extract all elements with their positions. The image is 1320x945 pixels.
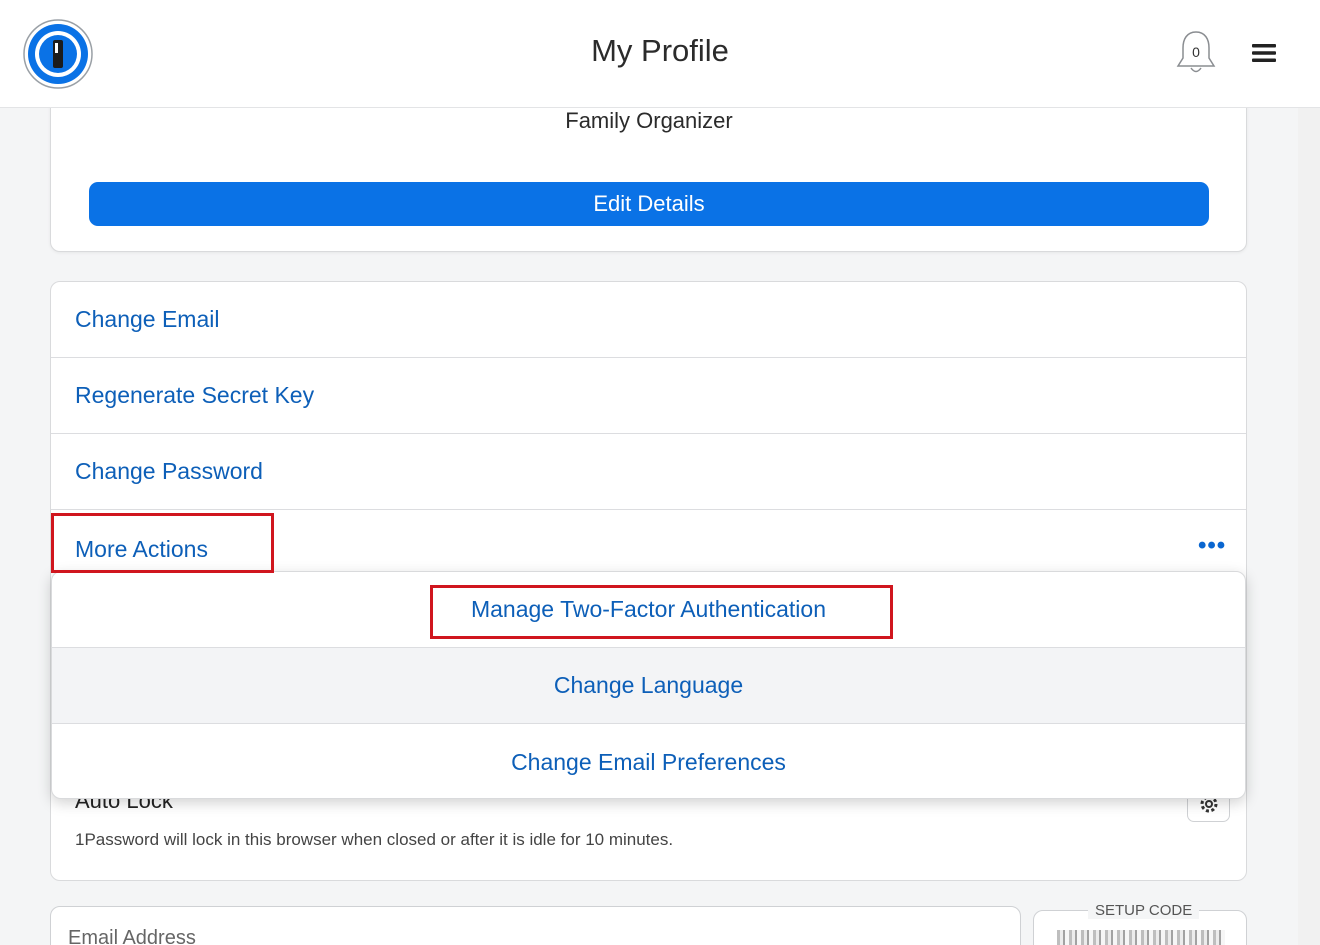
edit-details-button[interactable]: Edit Details [89, 182, 1209, 226]
hamburger-menu-icon[interactable] [1252, 42, 1276, 64]
top-bar: My Profile 0 [0, 0, 1320, 108]
notification-count: 0 [1192, 44, 1200, 60]
change-email-link[interactable]: Change Email [51, 282, 1246, 358]
change-password-link[interactable]: Change Password [51, 434, 1246, 510]
auto-lock-description: 1Password will lock in this browser when… [75, 830, 674, 849]
email-address-field[interactable]: Email Address [50, 906, 1021, 945]
page-title: My Profile [591, 33, 729, 68]
manage-two-factor-auth-item[interactable]: Manage Two-Factor Authentication [52, 572, 1245, 648]
change-language-item[interactable]: Change Language [52, 648, 1245, 724]
setup-code-qr-image [1057, 930, 1225, 945]
regenerate-secret-key-link[interactable]: Regenerate Secret Key [51, 358, 1246, 434]
more-actions-dropdown: Manage Two-Factor Authentication Change … [51, 571, 1246, 799]
more-options-ellipsis-icon[interactable]: ••• [1198, 534, 1226, 558]
vertical-scrollbar[interactable] [1298, 108, 1320, 945]
change-email-preferences-item[interactable]: Change Email Preferences [52, 724, 1245, 798]
profile-role: Family Organizer [565, 108, 733, 133]
setup-code-label: SETUP CODE [1088, 902, 1200, 919]
